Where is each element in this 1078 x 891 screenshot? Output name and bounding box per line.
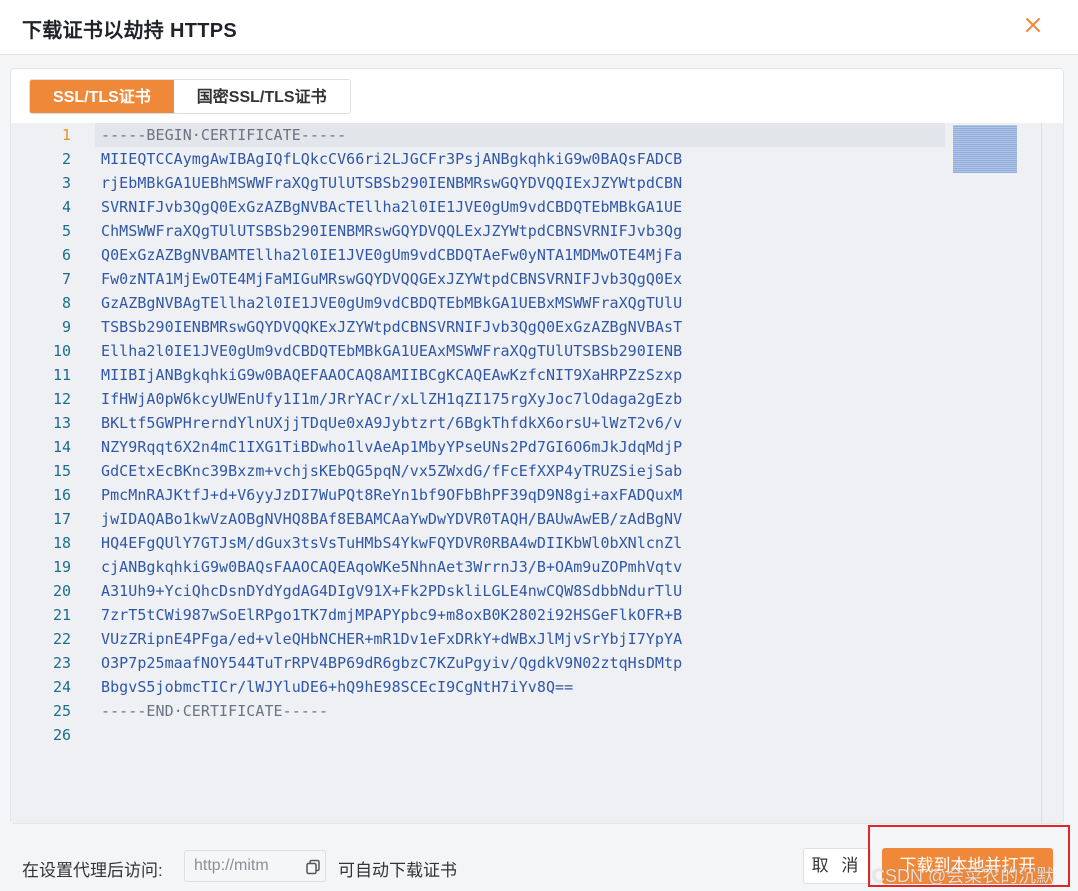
editor-line: 18 HQ4EFgQUlY7GTJsM/dGux3tsVsTuHMbS4YkwFQ… bbox=[11, 531, 1041, 555]
code-text: TSBSb290IENBMRswGQYDVQQKExJZYWtpdCBNSVRN… bbox=[101, 318, 683, 336]
code-text: -----BEGIN·CERTIFICATE----- bbox=[101, 126, 347, 144]
certificate-panel: SSL/TLS证书 国密SSL/TLS证书 1 -----BEGIN·CERTIF… bbox=[10, 68, 1064, 824]
line-number: 3 bbox=[61, 174, 71, 192]
editor-line: 7 Fw0zNTA1MjEwOTE4MjFaMIGuMRswGQYDVQQGExJ… bbox=[11, 267, 1041, 291]
csdn-watermark: CSDN @会菜农的沉默 bbox=[872, 866, 1055, 886]
code-text: rjEbMBkGA1UEBhMSWWFraXQgTUlUTSBSb290IENB… bbox=[101, 174, 683, 192]
line-number: 1 bbox=[61, 126, 71, 144]
copy-icon[interactable] bbox=[305, 859, 321, 875]
editor-line: 22 VUzZRipnE4PFga/ed+vleQHbNCHER+mR1Dv1eF… bbox=[11, 627, 1041, 651]
line-number: 25 bbox=[52, 702, 71, 720]
certificate-tabs: SSL/TLS证书 国密SSL/TLS证书 bbox=[29, 79, 351, 114]
editor-lines: 1 -----BEGIN·CERTIFICATE----- 2 MIIEQTCCAym… bbox=[11, 123, 1041, 747]
line-number: 16 bbox=[52, 486, 71, 504]
code-text: 7zrT5tCWi987wSoElRPgo1TK7dmjMPAPYpbc9+m8… bbox=[101, 606, 683, 624]
code-text: A31Uh9+YciQhcDsnDYdYgdAG4DIgV91X+Fk2PDsk… bbox=[101, 582, 683, 600]
code-text: O3P7p25maafNOY544TuTrRPV4BP69dR6gbzC7KZu… bbox=[101, 654, 683, 672]
editor-line: 1 -----BEGIN·CERTIFICATE----- bbox=[11, 123, 1041, 147]
editor-line: 23 O3P7p25maafNOY544TuTrRPV4BP69dR6gbzC7K… bbox=[11, 651, 1041, 675]
code-text: HQ4EFgQUlY7GTJsM/dGux3tsVsTuHMbS4YkwFQYD… bbox=[101, 534, 683, 552]
tab-ssl-tls[interactable]: SSL/TLS证书 bbox=[30, 80, 174, 113]
code-text: SVRNIFJvb3QgQ0ExGzAZBgNVBAcTEllha2l0IE1J… bbox=[101, 198, 683, 216]
editor-line: 8 GzAZBgNVBAgTEllha2l0IE1JVE0gUm9vdCBDQTE… bbox=[11, 291, 1041, 315]
close-icon[interactable] bbox=[1020, 12, 1046, 38]
line-number: 23 bbox=[52, 654, 71, 672]
code-text: BbgvS5jobmcTICr/lWJYluDE6+hQ9hE98SCEcI9C… bbox=[101, 678, 574, 696]
line-number: 12 bbox=[52, 390, 71, 408]
editor-line: 5 ChMSWWFraXQgTUlUTSBSb290IENBMRswGQYDVQQ… bbox=[11, 219, 1041, 243]
code-text: GdCEtxEcBKnc39Bxzm+vchjsKEbQG5pqN/vx5ZWx… bbox=[101, 462, 683, 480]
editor-line: 19 cjANBgkqhkiG9w0BAQsFAAOCAQEAqoWKe5NhnA… bbox=[11, 555, 1041, 579]
dialog-title: 下载证书以劫持 HTTPS bbox=[22, 20, 238, 42]
editor-line: 12 IfHWjA0pW6kcyUWEnUfy1I1m/JRrYACr/xLlZH… bbox=[11, 387, 1041, 411]
line-number: 2 bbox=[61, 150, 71, 168]
editor-scrollbar[interactable] bbox=[1041, 123, 1063, 823]
editor-line: 11 MIIBIjANBgkqhkiG9w0BAQEFAAOCAQ8AMIIBCg… bbox=[11, 363, 1041, 387]
mitm-url-value: http://mitm bbox=[194, 857, 269, 874]
editor-line: 24 BbgvS5jobmcTICr/lWJYluDE6+hQ9hE98SCEcI… bbox=[11, 675, 1041, 699]
line-number: 4 bbox=[61, 198, 71, 216]
tab-gm-ssl-tls[interactable]: 国密SSL/TLS证书 bbox=[173, 80, 350, 113]
code-text: VUzZRipnE4PFga/ed+vleQHbNCHER+mR1Dv1eFxD… bbox=[101, 630, 683, 648]
line-number: 13 bbox=[52, 414, 71, 432]
editor-line: 17 jwIDAQABo1kwVzAOBgNVHQ8BAf8EBAMCAaYwDw… bbox=[11, 507, 1041, 531]
editor-line: 6 Q0ExGzAZBgNVBAMTEllha2l0IE1JVE0gUm9vdCB… bbox=[11, 243, 1041, 267]
line-number: 18 bbox=[52, 534, 71, 552]
editor-line: 20 A31Uh9+YciQhcDsnDYdYgdAG4DIgV91X+Fk2PD… bbox=[11, 579, 1041, 603]
code-text: Ellha2l0IE1JVE0gUm9vdCBDQTEbMBkGA1UEAxMS… bbox=[101, 342, 683, 360]
mitm-url-field[interactable]: http://mitm bbox=[184, 850, 326, 882]
editor-line: 15 GdCEtxEcBKnc39Bxzm+vchjsKEbQG5pqN/vx5Z… bbox=[11, 459, 1041, 483]
close-icon-glyph bbox=[1026, 18, 1040, 32]
code-text: cjANBgkqhkiG9w0BAQsFAAOCAQEAqoWKe5NhnAet… bbox=[101, 558, 683, 576]
editor-line: 21 7zrT5tCWi987wSoElRPgo1TK7dmjMPAPYpbc9+… bbox=[11, 603, 1041, 627]
line-number: 11 bbox=[52, 366, 71, 384]
code-text: GzAZBgNVBAgTEllha2l0IE1JVE0gUm9vdCBDQTEb… bbox=[101, 294, 683, 312]
access-hint-label: 在设置代理后访问: bbox=[22, 861, 163, 880]
code-text: MIIEQTCCAymgAwIBAgIQfLQkcCV66ri2LJGCFr3P… bbox=[101, 150, 683, 168]
editor-line: 16 PmcMnRAJKtfJ+d+V6yyJzDI7WuPQt8ReYn1bf9… bbox=[11, 483, 1041, 507]
editor-line: 2 MIIEQTCCAymgAwIBAgIQfLQkcCV66ri2LJGCFr3… bbox=[11, 147, 1041, 171]
cancel-button[interactable]: 取 消 bbox=[803, 848, 871, 884]
code-text: -----END·CERTIFICATE----- bbox=[101, 702, 329, 720]
editor-line: 25 -----END·CERTIFICATE----- bbox=[11, 699, 1041, 723]
line-number: 15 bbox=[52, 462, 71, 480]
certificate-editor[interactable]: 1 -----BEGIN·CERTIFICATE----- 2 MIIEQTCCAym… bbox=[11, 123, 1063, 823]
line-number: 6 bbox=[61, 246, 71, 264]
code-text: BKLtf5GWPHrerndYlnUXjjTDqUe0xA9Jybtzrt/6… bbox=[101, 414, 683, 432]
code-text: PmcMnRAJKtfJ+d+V6yyJzDI7WuPQt8ReYn1bf9OF… bbox=[101, 486, 683, 504]
line-number: 21 bbox=[52, 606, 71, 624]
code-text: Fw0zNTA1MjEwOTE4MjFaMIGuMRswGQYDVQQGExJZ… bbox=[101, 270, 683, 288]
auto-download-label: 可自动下载证书 bbox=[338, 861, 457, 880]
certificate-dialog: 下载证书以劫持 HTTPS SSL/TLS证书 国密SSL/TLS证书 1 ---… bbox=[0, 0, 1078, 891]
line-number: 7 bbox=[61, 270, 71, 288]
code-text: MIIBIjANBgkqhkiG9w0BAQEFAAOCAQ8AMIIBCgKC… bbox=[101, 366, 683, 384]
editor-line: 13 BKLtf5GWPHrerndYlnUXjjTDqUe0xA9Jybtzrt… bbox=[11, 411, 1041, 435]
code-text: ChMSWWFraXQgTUlUTSBSb290IENBMRswGQYDVQQL… bbox=[101, 222, 683, 240]
code-text: Q0ExGzAZBgNVBAMTEllha2l0IE1JVE0gUm9vdCBD… bbox=[101, 246, 683, 264]
line-number: 10 bbox=[52, 342, 71, 360]
editor-line: 4 SVRNIFJvb3QgQ0ExGzAZBgNVBAcTEllha2l0IE1… bbox=[11, 195, 1041, 219]
editor-line: 9 TSBSb290IENBMRswGQYDVQQKExJZYWtpdCBNSVR… bbox=[11, 315, 1041, 339]
line-number: 20 bbox=[52, 582, 71, 600]
code-text: jwIDAQABo1kwVzAOBgNVHQ8BAf8EBAMCAaYwDwYD… bbox=[101, 510, 683, 528]
line-number: 26 bbox=[52, 726, 71, 744]
code-text: IfHWjA0pW6kcyUWEnUfy1I1m/JRrYACr/xLlZH1q… bbox=[101, 390, 683, 408]
code-text: NZY9Rqqt6X2n4mC1IXG1TiBDwho1lvAeAp1MbyYP… bbox=[101, 438, 683, 456]
editor-line: 10 Ellha2l0IE1JVE0gUm9vdCBDQTEbMBkGA1UEAx… bbox=[11, 339, 1041, 363]
editor-line: 14 NZY9Rqqt6X2n4mC1IXG1TiBDwho1lvAeAp1Mby… bbox=[11, 435, 1041, 459]
dialog-header: 下载证书以劫持 HTTPS bbox=[0, 0, 1078, 55]
line-number: 19 bbox=[52, 558, 71, 576]
line-number: 24 bbox=[52, 678, 71, 696]
editor-line: 3 rjEbMBkGA1UEBhMSWWFraXQgTUlUTSBSb290IEN… bbox=[11, 171, 1041, 195]
editor-line: 26 bbox=[11, 723, 1041, 747]
line-number: 9 bbox=[61, 318, 71, 336]
line-number: 8 bbox=[61, 294, 71, 312]
line-number: 5 bbox=[61, 222, 71, 240]
line-number: 14 bbox=[52, 438, 71, 456]
line-number: 22 bbox=[52, 630, 71, 648]
copy-icon-glyph bbox=[306, 859, 320, 875]
editor-minimap[interactable] bbox=[953, 125, 1017, 173]
line-number: 17 bbox=[52, 510, 71, 528]
